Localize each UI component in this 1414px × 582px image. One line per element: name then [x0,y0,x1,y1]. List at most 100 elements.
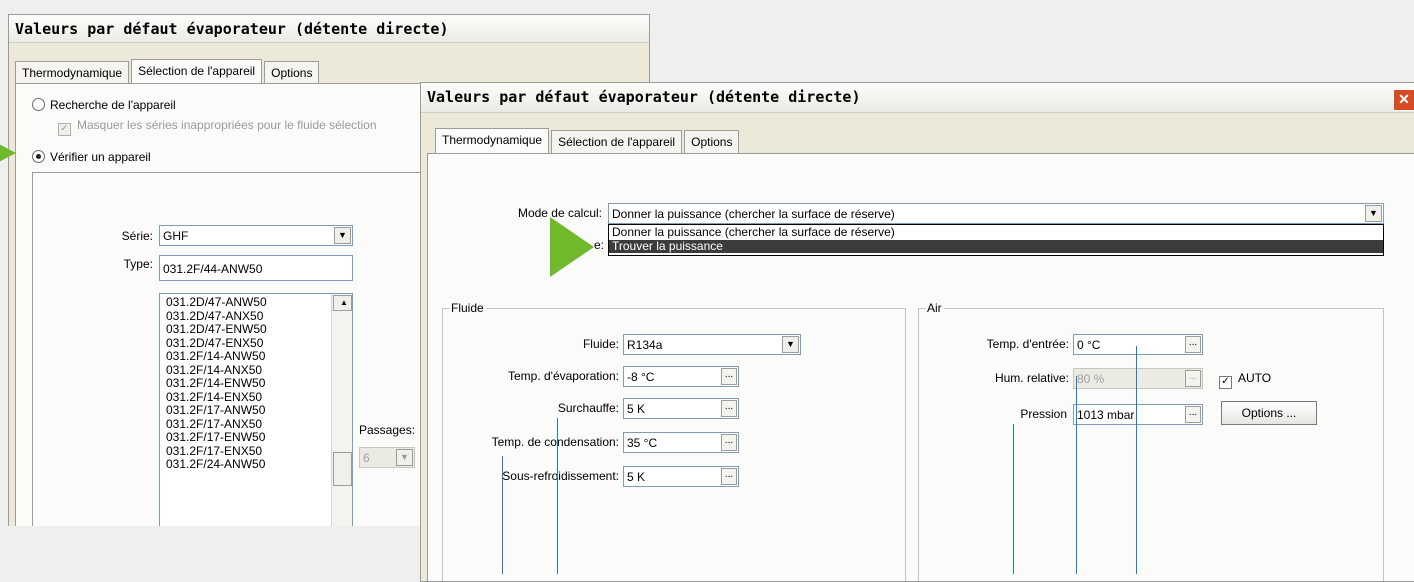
serie-label: Série: [121,229,153,243]
radio-verify-label: Vérifier un appareil [50,150,151,164]
front-tab-options[interactable]: Options [684,130,740,155]
radio-verify-row[interactable]: Vérifier un appareil [32,148,151,164]
hum-input[interactable]: 80 % ... [1073,368,1203,389]
hum-ellipsis-button[interactable]: ... [1185,370,1201,387]
mode-value: Donner la puissance (chercher la surface… [612,207,895,221]
evap-label: Temp. d'évaporation: [507,369,619,383]
entree-input[interactable]: 0 °C ... [1073,334,1203,355]
passages-dropdown[interactable]: 6 ▼ [359,447,415,468]
evap-ellipsis-button[interactable]: ... [721,368,737,385]
callout-line-entree [1136,346,1137,574]
fluide-group: Fluide Fluide: R134a ▼ Temp. d'évaporati… [442,301,906,581]
type-list-item[interactable]: 031.2F/17-ENX50 [163,444,352,459]
sousref-value: 5 K [627,470,646,484]
type-list-item[interactable]: 031.2D/47-ENX50 [163,336,352,351]
mode-dropdown[interactable]: Donner la puissance (chercher la surface… [608,203,1384,224]
auto-label: AUTO [1238,371,1272,385]
serie-value: GHF [163,229,189,243]
mode-options-list[interactable]: Donner la puissance (chercher la surface… [608,224,1384,256]
front-tab-selection[interactable]: Sélection de l'appareil [551,130,683,155]
callout-line-surch [557,418,558,574]
pression-ellipsis-button[interactable]: ... [1185,406,1201,423]
radio-search[interactable] [32,98,45,111]
cond-value: 35 °C [627,436,658,450]
entree-value: 0 °C [1077,338,1101,352]
radio-search-label: Recherche de l'appareil [50,98,176,112]
front-tab-bar: Thermodynamique Sélection de l'appareil … [435,128,741,155]
type-list-item[interactable]: 031.2F/17-ANW50 [163,403,352,418]
fluide-group-title: Fluide [449,301,486,315]
sousref-ellipsis-button[interactable]: ... [721,468,737,485]
front-dialog: Valeurs par défaut évaporateur (détente … [420,82,1414,582]
type-list-item[interactable]: 031.2F/14-ANX50 [163,363,352,378]
radio-verify[interactable] [32,150,45,163]
entree-ellipsis-button[interactable]: ... [1185,336,1201,353]
type-list-item[interactable]: 031.2F/17-ANX50 [163,417,352,432]
puissance-label-end: e: [594,238,605,252]
type-list-item[interactable]: 031.2F/14-ANW50 [163,349,352,364]
entree-label: Temp. d'entrée: [986,337,1069,351]
radio-search-row[interactable]: Recherche de l'appareil [32,96,176,112]
pointer-arrow-left [0,130,16,176]
mode-option-1[interactable]: Donner la puissance (chercher la surface… [609,225,1383,240]
cond-input[interactable]: 35 °C ... [623,432,739,453]
sousref-label: Sous-refroidissement: [502,469,619,483]
type-list-item[interactable]: 031.2D/47-ANW50 [163,295,352,310]
check-hide-label: Masquer les séries inappropriées pour le… [77,118,377,132]
surch-ellipsis-button[interactable]: ... [721,400,737,417]
back-inner-panel: Série: GHF ▼ Type: 031.2F/44-ANW50 031.2… [32,172,452,527]
scroll-up-icon[interactable]: ▲ [333,295,352,311]
surch-value: 5 K [627,402,646,416]
type-list[interactable]: 031.2D/47-ANW50 031.2D/47-ANX50 031.2D/47-… [159,293,353,527]
type-list-item[interactable]: 031.2D/47-ANX50 [163,309,352,324]
fluide-dropdown[interactable]: R134a ▼ [623,334,801,355]
fluide-chevron-down-icon[interactable]: ▼ [782,336,799,353]
type-label: Type: [123,257,153,271]
backdrop [0,526,430,574]
pointer-arrow-center [550,217,594,277]
mode-chevron-down-icon[interactable]: ▼ [1365,205,1382,222]
cond-ellipsis-button[interactable]: ... [721,434,737,451]
front-dialog-title: Valeurs par défaut évaporateur (détente … [421,83,1414,113]
type-list-item[interactable]: 031.2F/14-ENW50 [163,376,352,391]
callout-line-pression [1013,424,1014,574]
auto-check-box[interactable]: ✓ [1219,376,1232,389]
callout-line-cond [502,456,503,574]
serie-dropdown[interactable]: GHF ▼ [159,225,353,246]
front-tab-thermodynamique[interactable]: Thermodynamique [435,128,550,153]
evap-input[interactable]: -8 °C ... [623,366,739,387]
callout-line-hum [1076,376,1077,574]
type-list-item[interactable]: 031.2F/17-ENW50 [163,430,352,445]
back-dialog-title: Valeurs par défaut évaporateur (détente … [9,15,649,43]
check-hide-row[interactable]: ✓ Masquer les séries inappropriées pour l… [58,118,377,136]
pression-input[interactable]: 1013 mbar ... [1073,404,1203,425]
mode-option-2[interactable]: Trouver la puissance [609,239,1383,253]
fluide-value: R134a [627,338,663,352]
hum-value: 80 % [1077,372,1105,386]
fluide-label: Fluide: [582,337,619,351]
auto-checkbox-row[interactable]: ✓ AUTO [1219,371,1272,389]
type-input[interactable]: 031.2F/44-ANW50 [159,255,353,281]
scroll-thumb[interactable] [333,452,352,486]
close-icon[interactable]: ✕ [1393,89,1414,111]
hum-label: Hum. relative: [994,371,1069,385]
type-list-scrollbar[interactable]: ▲ [331,294,352,527]
check-hide-box[interactable]: ✓ [58,123,71,136]
passages-value: 6 [363,451,370,465]
sousref-input[interactable]: 5 K ... [623,466,739,487]
serie-chevron-down-icon[interactable]: ▼ [334,227,351,244]
passages-chevron-down-icon[interactable]: ▼ [396,449,413,466]
air-options-button[interactable]: Options ... [1221,401,1317,425]
evap-value: -8 °C [627,370,655,384]
type-list-item[interactable]: 031.2D/47-ENW50 [163,322,352,337]
air-group-title: Air [925,301,944,315]
surch-label: Surchauffe: [557,401,619,415]
pression-label: Pression [1020,407,1067,421]
type-list-item[interactable]: 031.2F/24-ANW50 [163,457,352,472]
air-group: Air Temp. d'entrée: 0 °C ... Hum. relati… [918,301,1384,581]
passages-label: Passages: [359,423,416,437]
back-tab-selection[interactable]: Sélection de l'appareil [131,59,263,84]
surch-input[interactable]: 5 K ... [623,398,739,419]
type-list-item[interactable]: 031.2F/14-ENX50 [163,390,352,405]
cond-label: Temp. de condensation: [491,435,619,449]
